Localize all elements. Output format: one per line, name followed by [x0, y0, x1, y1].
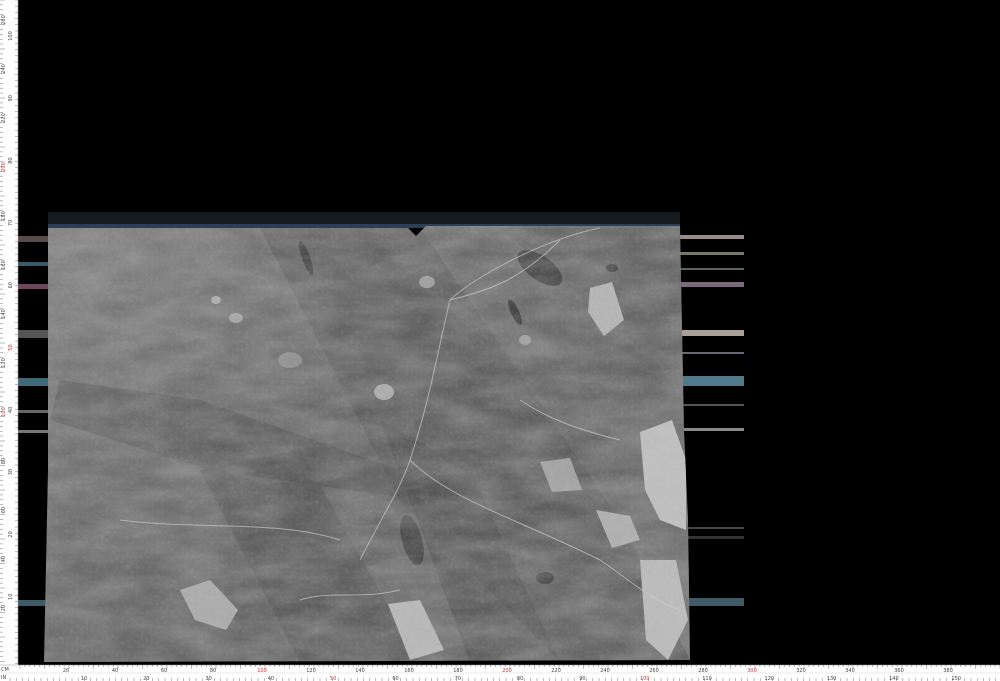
- ruler-in-label: 70: [455, 676, 461, 681]
- ruler-cm-label: 360: [894, 668, 904, 674]
- left-ruler: 260 240 220 200 180 160 140 120 100 80 60 40 20 100 90…: [0, 0, 19, 665]
- bottom-ruler: 20 40 60 80 100 120 140 160 180 200 220 240 260 280 30…: [0, 664, 1000, 681]
- ruler-cm-label: 40: [1, 556, 7, 562]
- ruler-cm-label: 220: [1, 113, 7, 123]
- ruler-in-label: 140: [889, 676, 899, 681]
- ruler-in-label: 40: [8, 407, 14, 413]
- ruler-in-label: 80: [517, 676, 523, 681]
- ruler-in-label: 10: [81, 676, 87, 681]
- ruler-in-label: 110: [702, 676, 712, 681]
- ruler-corner-cm: CM: [1, 667, 9, 673]
- ruler-cm-label: 160: [1, 260, 7, 270]
- ruler-in-label: 20: [8, 531, 14, 537]
- ruler-in-label: 90: [8, 95, 14, 101]
- ruler-in-label: 120: [765, 676, 775, 681]
- ruler-cm-label: 100: [1, 407, 7, 417]
- marble-slab-image: [44, 226, 690, 662]
- ruler-in-label: 100: [8, 31, 14, 41]
- ruler-cm-label: 340: [845, 668, 855, 674]
- ruler-in-label: 150: [951, 676, 961, 681]
- ruler-cm-label: 80: [1, 458, 7, 464]
- ruler-cm-label: 60: [161, 668, 167, 674]
- ruler-cm-label: 100: [257, 668, 267, 674]
- ruler-in-label: 30: [8, 469, 14, 475]
- ruler-cm-label: 260: [1, 15, 7, 25]
- ruler-cm-label: 140: [355, 668, 365, 674]
- ruler-in-label: 30: [205, 676, 211, 681]
- ruler-cm-label: 120: [306, 668, 316, 674]
- ruler-cm-label: 240: [600, 668, 610, 674]
- ruler-cm-label: 220: [551, 668, 561, 674]
- ruler-cm-label: 200: [502, 668, 512, 674]
- ruler-in-label: 90: [579, 676, 585, 681]
- ruler-cm-label: 260: [649, 668, 659, 674]
- ruler-cm-label: 20: [63, 668, 69, 674]
- ruler-cm-label: 200: [1, 162, 7, 172]
- ruler-cm-label: 300: [747, 668, 757, 674]
- ruler-in-label: 60: [8, 282, 14, 288]
- ruler-corner-in: IN: [1, 675, 6, 681]
- scan-stage: 260 240 220 200 180 160 140 120 100 80 60 40 20 100 90…: [0, 0, 1000, 681]
- ruler-in-label: 100: [640, 676, 650, 681]
- ruler-cm-label: 40: [112, 668, 118, 674]
- ruler-cm-label: 180: [1, 211, 7, 221]
- ruler-in-label: 10: [8, 594, 14, 600]
- ruler-cm-label: 380: [943, 668, 953, 674]
- ruler-in-label: 80: [8, 157, 14, 163]
- ruler-in-label: 20: [143, 676, 149, 681]
- ruler-in-label: 40: [268, 676, 274, 681]
- ruler-cm-label: 320: [796, 668, 806, 674]
- ruler-in-label: 50: [330, 676, 336, 681]
- ruler-in-label: 70: [8, 220, 14, 226]
- ruler-cm-label: 280: [698, 668, 708, 674]
- ruler-cm-label: 240: [1, 64, 7, 74]
- ruler-cm-label: 120: [1, 358, 7, 368]
- ruler-cm-label: 60: [1, 507, 7, 513]
- ruler-in-label: 60: [392, 676, 398, 681]
- ruler-cm-label: 20: [1, 605, 7, 611]
- ruler-cm-label: 160: [404, 668, 414, 674]
- ruler-in-label: 50: [8, 344, 14, 350]
- ruler-cm-label: 180: [453, 668, 463, 674]
- ruler-cm-label: 140: [1, 309, 7, 319]
- ruler-cm-label: 80: [210, 668, 216, 674]
- ruler-in-label: 130: [827, 676, 837, 681]
